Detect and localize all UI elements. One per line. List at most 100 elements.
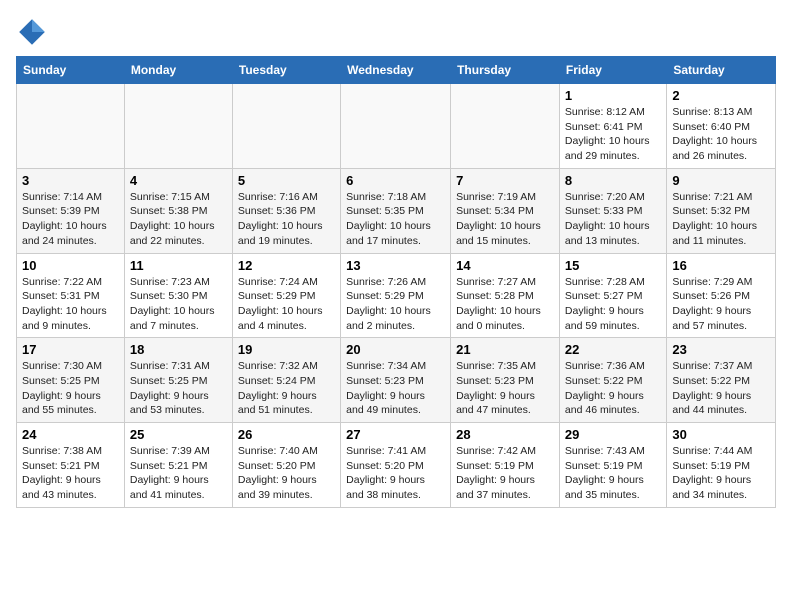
day-info: Sunrise: 7:26 AM Sunset: 5:29 PM Dayligh… <box>346 275 445 334</box>
calendar-cell: 2 Sunrise: 8:13 AM Sunset: 6:40 PM Daylig… <box>667 84 776 169</box>
calendar-cell: 24Sunrise: 7:38 AM Sunset: 5:21 PM Dayli… <box>17 423 125 508</box>
day-info: Sunrise: 7:20 AM Sunset: 5:33 PM Dayligh… <box>565 190 661 249</box>
day-number: 2 <box>672 88 770 103</box>
day-info: Sunrise: 7:32 AM Sunset: 5:24 PM Dayligh… <box>238 359 335 418</box>
day-number: 5 <box>238 173 335 188</box>
day-number: 4 <box>130 173 227 188</box>
day-number: 12 <box>238 258 335 273</box>
day-info: Sunrise: 7:27 AM Sunset: 5:28 PM Dayligh… <box>456 275 554 334</box>
calendar-cell: 16 Sunrise: 7:29 AM Sunset: 5:26 PM Dayli… <box>667 253 776 338</box>
calendar-cell: 26 Sunrise: 7:40 AM Sunset: 5:20 PM Dayli… <box>232 423 340 508</box>
column-header-friday: Friday <box>559 57 666 84</box>
day-info: Sunrise: 8:13 AM Sunset: 6:40 PM Dayligh… <box>672 105 770 164</box>
calendar-cell: 1 Sunrise: 8:12 AM Sunset: 6:41 PM Daylig… <box>559 84 666 169</box>
calendar-table: SundayMondayTuesdayWednesdayThursdayFrid… <box>16 56 776 508</box>
day-info: Sunrise: 7:18 AM Sunset: 5:35 PM Dayligh… <box>346 190 445 249</box>
day-info: Sunrise: 7:14 AM Sunset: 5:39 PM Dayligh… <box>22 190 119 249</box>
column-header-thursday: Thursday <box>451 57 560 84</box>
calendar-cell: 8Sunrise: 7:20 AM Sunset: 5:33 PM Daylig… <box>559 168 666 253</box>
day-number: 18 <box>130 342 227 357</box>
day-number: 10 <box>22 258 119 273</box>
day-info: Sunrise: 7:41 AM Sunset: 5:20 PM Dayligh… <box>346 444 445 503</box>
day-info: Sunrise: 7:24 AM Sunset: 5:29 PM Dayligh… <box>238 275 335 334</box>
calendar-cell: 13 Sunrise: 7:26 AM Sunset: 5:29 PM Dayli… <box>341 253 451 338</box>
day-info: Sunrise: 7:28 AM Sunset: 5:27 PM Dayligh… <box>565 275 661 334</box>
day-number: 1 <box>565 88 661 103</box>
logo <box>16 16 52 48</box>
day-info: Sunrise: 7:39 AM Sunset: 5:21 PM Dayligh… <box>130 444 227 503</box>
day-number: 3 <box>22 173 119 188</box>
day-number: 22 <box>565 342 661 357</box>
calendar-cell: 14 Sunrise: 7:27 AM Sunset: 5:28 PM Dayli… <box>451 253 560 338</box>
day-number: 15 <box>565 258 661 273</box>
calendar-cell <box>17 84 125 169</box>
day-info: Sunrise: 7:34 AM Sunset: 5:23 PM Dayligh… <box>346 359 445 418</box>
day-info: Sunrise: 7:44 AM Sunset: 5:19 PM Dayligh… <box>672 444 770 503</box>
day-info: Sunrise: 7:42 AM Sunset: 5:19 PM Dayligh… <box>456 444 554 503</box>
day-info: Sunrise: 7:40 AM Sunset: 5:20 PM Dayligh… <box>238 444 335 503</box>
day-info: Sunrise: 7:31 AM Sunset: 5:25 PM Dayligh… <box>130 359 227 418</box>
day-info: Sunrise: 7:16 AM Sunset: 5:36 PM Dayligh… <box>238 190 335 249</box>
day-number: 26 <box>238 427 335 442</box>
day-info: Sunrise: 7:36 AM Sunset: 5:22 PM Dayligh… <box>565 359 661 418</box>
day-number: 20 <box>346 342 445 357</box>
page-header <box>16 16 776 48</box>
day-info: Sunrise: 7:22 AM Sunset: 5:31 PM Dayligh… <box>22 275 119 334</box>
day-info: Sunrise: 7:30 AM Sunset: 5:25 PM Dayligh… <box>22 359 119 418</box>
calendar-week-2: 3 Sunrise: 7:14 AM Sunset: 5:39 PM Daylig… <box>17 168 776 253</box>
calendar-cell: 5 Sunrise: 7:16 AM Sunset: 5:36 PM Daylig… <box>232 168 340 253</box>
day-number: 9 <box>672 173 770 188</box>
calendar-cell: 4 Sunrise: 7:15 AM Sunset: 5:38 PM Daylig… <box>124 168 232 253</box>
calendar-cell: 30Sunrise: 7:44 AM Sunset: 5:19 PM Dayli… <box>667 423 776 508</box>
day-info: Sunrise: 7:38 AM Sunset: 5:21 PM Dayligh… <box>22 444 119 503</box>
day-number: 7 <box>456 173 554 188</box>
calendar-cell <box>341 84 451 169</box>
calendar-cell: 7 Sunrise: 7:19 AM Sunset: 5:34 PM Daylig… <box>451 168 560 253</box>
calendar-cell: 23Sunrise: 7:37 AM Sunset: 5:22 PM Dayli… <box>667 338 776 423</box>
day-info: Sunrise: 7:15 AM Sunset: 5:38 PM Dayligh… <box>130 190 227 249</box>
column-header-monday: Monday <box>124 57 232 84</box>
calendar-cell: 21 Sunrise: 7:35 AM Sunset: 5:23 PM Dayli… <box>451 338 560 423</box>
day-info: Sunrise: 7:35 AM Sunset: 5:23 PM Dayligh… <box>456 359 554 418</box>
calendar-cell: 27 Sunrise: 7:41 AM Sunset: 5:20 PM Dayli… <box>341 423 451 508</box>
calendar-week-1: 1 Sunrise: 8:12 AM Sunset: 6:41 PM Daylig… <box>17 84 776 169</box>
calendar-cell: 25 Sunrise: 7:39 AM Sunset: 5:21 PM Dayli… <box>124 423 232 508</box>
calendar-cell: 20 Sunrise: 7:34 AM Sunset: 5:23 PM Dayli… <box>341 338 451 423</box>
logo-icon <box>16 16 48 48</box>
day-number: 17 <box>22 342 119 357</box>
calendar-cell <box>232 84 340 169</box>
column-header-wednesday: Wednesday <box>341 57 451 84</box>
calendar-cell: 19 Sunrise: 7:32 AM Sunset: 5:24 PM Dayli… <box>232 338 340 423</box>
day-info: Sunrise: 7:21 AM Sunset: 5:32 PM Dayligh… <box>672 190 770 249</box>
calendar-cell: 6 Sunrise: 7:18 AM Sunset: 5:35 PM Daylig… <box>341 168 451 253</box>
calendar-week-5: 24Sunrise: 7:38 AM Sunset: 5:21 PM Dayli… <box>17 423 776 508</box>
day-number: 14 <box>456 258 554 273</box>
calendar-cell: 9 Sunrise: 7:21 AM Sunset: 5:32 PM Daylig… <box>667 168 776 253</box>
calendar-cell: 28Sunrise: 7:42 AM Sunset: 5:19 PM Dayli… <box>451 423 560 508</box>
day-number: 13 <box>346 258 445 273</box>
column-header-sunday: Sunday <box>17 57 125 84</box>
calendar-cell <box>451 84 560 169</box>
day-number: 6 <box>346 173 445 188</box>
day-info: Sunrise: 7:23 AM Sunset: 5:30 PM Dayligh… <box>130 275 227 334</box>
day-number: 29 <box>565 427 661 442</box>
day-number: 25 <box>130 427 227 442</box>
calendar-week-4: 17 Sunrise: 7:30 AM Sunset: 5:25 PM Dayli… <box>17 338 776 423</box>
day-info: Sunrise: 8:12 AM Sunset: 6:41 PM Dayligh… <box>565 105 661 164</box>
day-info: Sunrise: 7:19 AM Sunset: 5:34 PM Dayligh… <box>456 190 554 249</box>
day-info: Sunrise: 7:37 AM Sunset: 5:22 PM Dayligh… <box>672 359 770 418</box>
day-number: 19 <box>238 342 335 357</box>
calendar-week-3: 10 Sunrise: 7:22 AM Sunset: 5:31 PM Dayli… <box>17 253 776 338</box>
day-number: 11 <box>130 258 227 273</box>
calendar-cell <box>124 84 232 169</box>
day-number: 16 <box>672 258 770 273</box>
calendar-cell: 29Sunrise: 7:43 AM Sunset: 5:19 PM Dayli… <box>559 423 666 508</box>
calendar-cell: 15 Sunrise: 7:28 AM Sunset: 5:27 PM Dayli… <box>559 253 666 338</box>
day-info: Sunrise: 7:29 AM Sunset: 5:26 PM Dayligh… <box>672 275 770 334</box>
day-number: 27 <box>346 427 445 442</box>
day-number: 21 <box>456 342 554 357</box>
calendar-cell: 17 Sunrise: 7:30 AM Sunset: 5:25 PM Dayli… <box>17 338 125 423</box>
calendar-header-row: SundayMondayTuesdayWednesdayThursdayFrid… <box>17 57 776 84</box>
column-header-tuesday: Tuesday <box>232 57 340 84</box>
calendar-cell: 18 Sunrise: 7:31 AM Sunset: 5:25 PM Dayli… <box>124 338 232 423</box>
